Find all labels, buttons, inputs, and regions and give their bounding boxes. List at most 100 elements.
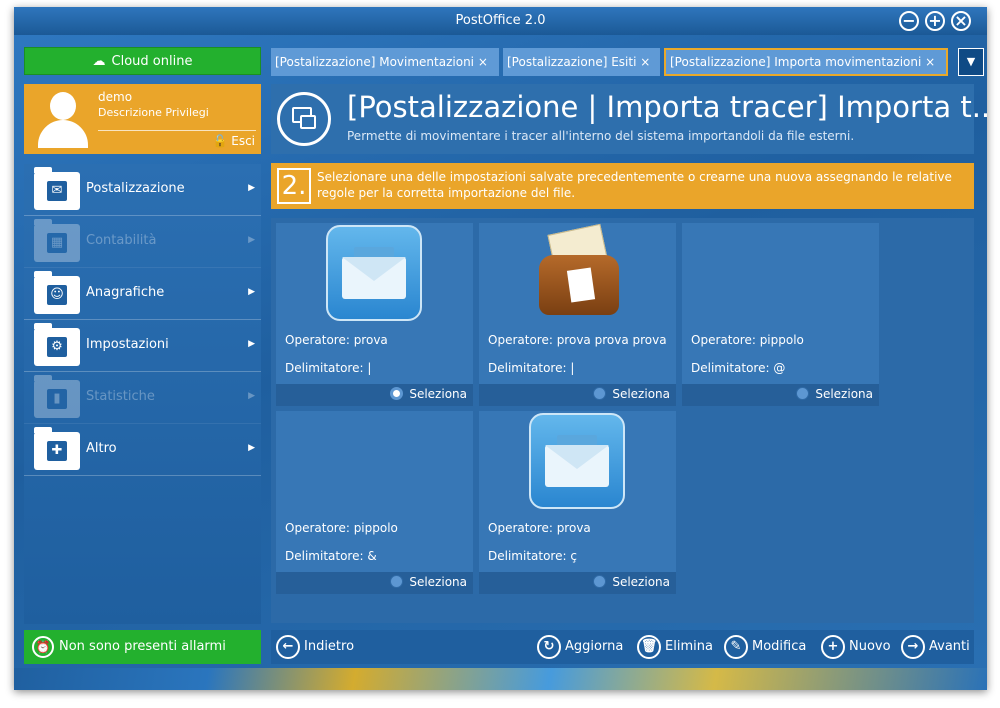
user-name: demo [98, 90, 133, 104]
import-icon [277, 92, 331, 146]
radio-icon [796, 387, 810, 400]
trash-icon: 🗑 [637, 635, 661, 659]
tab-list-dropdown[interactable]: ▼ [958, 48, 984, 76]
card-operatore: Operatore: pippolo [285, 521, 398, 535]
envelope-icon: ✉ [47, 181, 67, 201]
refresh-icon: ↻ [537, 635, 561, 659]
select-radio[interactable]: Seleziona [390, 575, 467, 589]
maximize-icon[interactable]: + [925, 11, 945, 31]
card-operatore: Operatore: prova prova prova [488, 333, 667, 347]
decorative-stripe [14, 668, 987, 690]
radio-icon [390, 575, 404, 588]
card-delimitatore: Delimitatore: ç [488, 549, 577, 563]
new-button[interactable]: + Nuovo [821, 635, 891, 659]
app-window: PostOffice 2.0 − + × ☁ Cloud online demo … [14, 7, 987, 690]
sidebar-item-label: Contabilità [86, 233, 157, 248]
card-delimitatore: Delimitatore: | [488, 361, 575, 375]
window-title: PostOffice 2.0 [455, 13, 546, 28]
tab-esiti[interactable]: [Postalizzazione] Esiti × [503, 48, 660, 76]
card-delimitatore: Delimitatore: | [285, 361, 372, 375]
step-text: Selezionare una delle impostazioni salva… [317, 170, 952, 200]
cloud-icon: ☁ [92, 54, 106, 69]
next-button[interactable]: → Avanti [901, 635, 970, 659]
envelope-icon [529, 413, 625, 509]
radio-icon [390, 387, 404, 400]
folder-icon: ✉ [34, 167, 80, 210]
chevron-right-icon: ▶ [248, 235, 255, 245]
bottom-toolbar: ← Indietro ↻ Aggiorna 🗑 Elimina ✎ Modifica +… [271, 630, 974, 664]
folder-icon: ☺ [34, 271, 80, 314]
select-radio[interactable]: Seleziona [593, 387, 670, 401]
delete-button[interactable]: 🗑 Elimina [637, 635, 713, 659]
user-panel: demo Descrizione Privilegi 🔓 Esci [24, 84, 261, 154]
card-operatore: Operatore: pippolo [691, 333, 804, 347]
sidebar-item-label: Impostazioni [86, 337, 169, 352]
pencil-icon: ✎ [724, 635, 748, 659]
tab-close-icon[interactable]: × [478, 55, 488, 69]
settings-card[interactable]: Operatore: prova Delimitatore: ç Selezio… [479, 411, 676, 594]
folder-icon: ▦ [34, 219, 80, 262]
page-title: [Postalizzazione | Importa tracer] Impor… [347, 90, 987, 124]
select-radio[interactable]: Seleziona [593, 575, 670, 589]
unlock-icon: 🔓 [212, 134, 228, 148]
users-icon: ☺ [47, 285, 67, 305]
chevron-right-icon: ▶ [248, 287, 255, 297]
select-radio[interactable]: Seleziona [796, 387, 873, 401]
sidebar-item-label: Statistiche [86, 389, 155, 404]
sidebar-menu: ✉ Postalizzazione ▶ ▦ Contabilità ▶ ☺ An… [24, 164, 261, 624]
step-instruction: 2. Selezionare una delle impostazioni sa… [271, 163, 974, 209]
minimize-icon[interactable]: − [899, 11, 919, 31]
radio-icon [593, 387, 607, 400]
title-bar: PostOffice 2.0 − + × [14, 7, 987, 35]
sidebar-item-contabilita: ▦ Contabilità ▶ [24, 216, 261, 268]
card-operatore: Operatore: prova [488, 521, 591, 535]
sidebar-item-anagrafiche[interactable]: ☺ Anagrafiche ▶ [24, 268, 261, 320]
chevron-right-icon: ▶ [248, 183, 255, 193]
sidebar-item-label: Altro [86, 441, 117, 456]
sidebar-item-impostazioni[interactable]: ⚙ Impostazioni ▶ [24, 320, 261, 372]
tab-movimentazioni[interactable]: [Postalizzazione] Movimentazioni × [271, 48, 499, 76]
avatar [38, 92, 88, 148]
card-operatore: Operatore: prova [285, 333, 388, 347]
alarm-label: Non sono presenti allarmi [59, 639, 226, 654]
page-subtitle: Permette di movimentare i tracer all'int… [347, 129, 855, 143]
chevron-down-icon: ▼ [966, 55, 976, 68]
folder-icon: ⚙ [34, 323, 80, 366]
sidebar-item-postalizzazione[interactable]: ✉ Postalizzazione ▶ [24, 164, 261, 216]
plus-icon: + [821, 635, 845, 659]
user-privileges: Descrizione Privilegi [98, 106, 209, 119]
calculator-icon: ▦ [47, 233, 67, 253]
back-button[interactable]: ← Indietro [276, 635, 354, 659]
sidebar-item-altro[interactable]: ✚ Altro ▶ [24, 424, 261, 476]
sidebar-item-label: Anagrafiche [86, 285, 165, 300]
alarm-clock-icon: ⏰ [32, 635, 54, 658]
refresh-button[interactable]: ↻ Aggiorna [537, 635, 623, 659]
settings-card[interactable]: Operatore: pippolo Delimitatore: @ Selez… [682, 223, 879, 406]
divider [98, 130, 256, 131]
tab-close-icon[interactable]: × [640, 55, 650, 69]
select-radio[interactable]: Seleziona [390, 387, 467, 401]
envelope-icon [326, 225, 422, 321]
settings-grid: Operatore: prova Delimitatore: | Selezio… [271, 218, 974, 623]
puzzle-icon: ✚ [47, 441, 67, 461]
cloud-status[interactable]: ☁ Cloud online [24, 47, 261, 75]
settings-card[interactable]: Operatore: prova Delimitatore: | Selezio… [276, 223, 473, 406]
cloud-label: Cloud online [111, 54, 193, 69]
sidebar-item-statistiche: ▮ Statistiche ▶ [24, 372, 261, 424]
logout-button[interactable]: 🔓 Esci [212, 134, 255, 148]
edit-button[interactable]: ✎ Modifica [724, 635, 806, 659]
alarm-status[interactable]: ⏰ Non sono presenti allarmi [24, 630, 261, 664]
mailbag-icon [539, 223, 619, 317]
settings-card[interactable]: Operatore: pippolo Delimitatore: & Selez… [276, 411, 473, 594]
arrow-left-icon: ← [276, 635, 300, 659]
chevron-right-icon: ▶ [248, 443, 255, 453]
close-icon[interactable]: × [951, 11, 971, 31]
radio-icon [593, 575, 607, 588]
tab-importa-movimentazioni[interactable]: [Postalizzazione] Importa movimentazioni… [664, 48, 948, 76]
settings-card[interactable]: Operatore: prova prova prova Delimitator… [479, 223, 676, 406]
tab-close-icon[interactable]: × [925, 55, 935, 69]
step-number: 2. [277, 168, 311, 204]
card-delimitatore: Delimitatore: & [285, 549, 377, 563]
sidebar-item-label: Postalizzazione [86, 181, 185, 196]
arrow-right-icon: → [901, 635, 925, 659]
